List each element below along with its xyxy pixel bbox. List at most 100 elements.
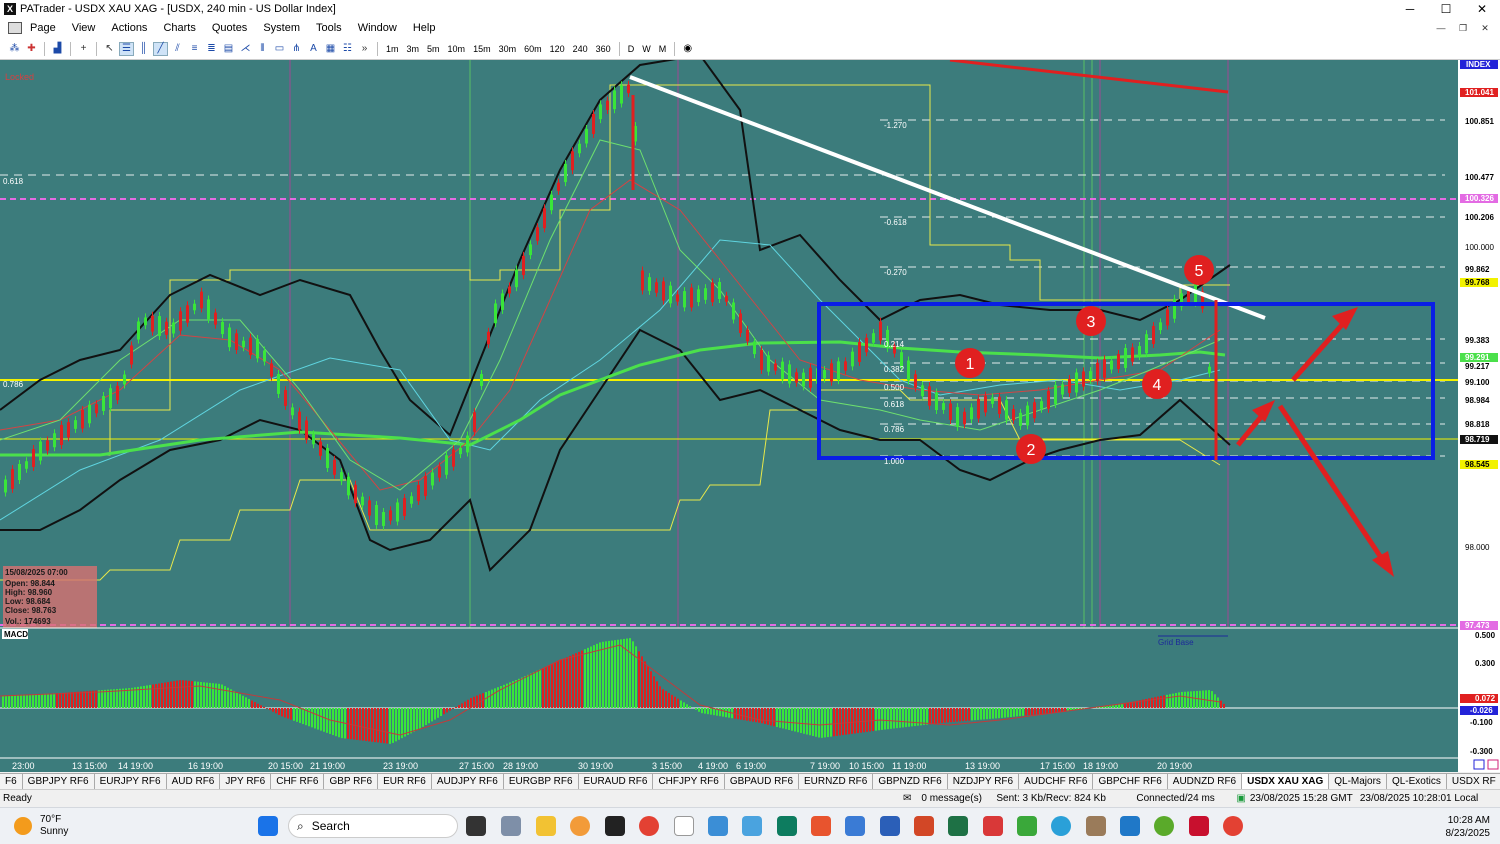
app-w-icon[interactable] — [1154, 816, 1174, 836]
symbol-tab[interactable]: EURGBP RF6 — [504, 774, 579, 789]
weather-widget[interactable]: 70°F Sunny — [14, 814, 68, 838]
calculator-icon[interactable] — [501, 816, 521, 836]
symbol-tab[interactable]: EUR RF6 — [378, 774, 432, 789]
tf-240[interactable]: 240 — [569, 44, 592, 54]
symbol-tab[interactable]: EURAUD RF6 — [579, 774, 654, 789]
outlook-icon[interactable] — [1120, 816, 1140, 836]
mdi-minimize-button[interactable]: — — [1430, 18, 1452, 38]
disconnect-icon[interactable]: ✚ — [24, 42, 39, 56]
symbol-tab[interactable]: NZDJPY RF6 — [948, 774, 1020, 789]
mdi-close-button[interactable]: ✕ — [1474, 18, 1496, 38]
tf-360[interactable]: 360 — [592, 44, 615, 54]
fib-ext-icon[interactable]: ≣ — [204, 42, 219, 56]
app-s-red-icon[interactable] — [811, 816, 831, 836]
symbol-tab[interactable]: QL-Exotics — [1387, 774, 1447, 789]
text-icon[interactable]: A — [306, 42, 321, 56]
network-icon[interactable]: ⁂ — [7, 42, 22, 56]
menu-system[interactable]: System — [255, 22, 308, 34]
symbol-tab[interactable]: AUDNZD RF6 — [1168, 774, 1243, 789]
tf-m[interactable]: M — [655, 44, 671, 54]
chart-window[interactable]: -1.270 -0.618 -0.270 0.214 0.382 0.500 0… — [0, 60, 1500, 772]
pitchfork-icon[interactable]: ⋔ — [289, 42, 304, 56]
chrome-icon-2[interactable] — [1223, 816, 1243, 836]
tf-60m[interactable]: 60m — [520, 44, 546, 54]
more-icon[interactable]: » — [357, 42, 372, 56]
symbol-tab[interactable]: GBPNZD RF6 — [873, 774, 948, 789]
cursor-icon[interactable]: ↖ — [102, 42, 117, 56]
symbol-tab[interactable]: GBP RF6 — [324, 774, 379, 789]
crosshair-icon[interactable]: + — [76, 42, 91, 56]
chrome-icon[interactable] — [639, 816, 659, 836]
menu-help[interactable]: Help — [405, 22, 444, 34]
telegram-icon[interactable] — [1051, 816, 1071, 836]
menu-tools[interactable]: Tools — [308, 22, 350, 34]
tf-30m[interactable]: 30m — [495, 44, 521, 54]
symbol-tab[interactable]: F6 — [0, 774, 23, 789]
fib-retrace-icon[interactable]: ≡ — [187, 42, 202, 56]
symbol-tab[interactable]: AUD RF6 — [167, 774, 221, 789]
rect-icon[interactable]: ▭ — [272, 42, 287, 56]
grid-icon[interactable]: ▦ — [323, 42, 338, 56]
tf-10m[interactable]: 10m — [444, 44, 470, 54]
tf-5m[interactable]: 5m — [423, 44, 444, 54]
menu-view[interactable]: View — [64, 22, 104, 34]
page-icon[interactable] — [8, 22, 22, 34]
symbol-tab[interactable]: USDX XAU XAG — [1242, 774, 1330, 789]
hline-icon[interactable]: ☰ — [119, 41, 134, 56]
word-icon[interactable] — [880, 816, 900, 836]
symbol-tab[interactable]: EURNZD RF6 — [799, 774, 874, 789]
app-c-green-icon[interactable] — [1017, 816, 1037, 836]
file-explorer-icon[interactable] — [536, 816, 556, 836]
task-view-icon[interactable] — [466, 816, 486, 836]
symbol-tab[interactable]: EURJPY RF6 — [95, 774, 167, 789]
screen-icon[interactable] — [742, 816, 762, 836]
app-s-blue-icon[interactable] — [845, 816, 865, 836]
fib-grid-icon[interactable]: ▤ — [221, 42, 236, 56]
list-icon[interactable]: ☷ — [340, 42, 355, 56]
app-orange-icon[interactable] — [570, 816, 590, 836]
clock[interactable]: 10:28 AM 8/23/2025 — [1446, 814, 1491, 840]
menu-actions[interactable]: Actions — [103, 22, 155, 34]
menu-page[interactable]: Page — [22, 22, 64, 34]
timezones-icon[interactable]: ⦀ — [255, 42, 270, 56]
close-button[interactable]: ✕ — [1464, 0, 1500, 18]
symbol-tab[interactable]: GBPJPY RF6 — [23, 774, 95, 789]
vline-icon[interactable]: ║ — [136, 42, 151, 56]
symbol-tab[interactable]: JPY RF6 — [220, 774, 272, 789]
tf-w[interactable]: W — [638, 44, 655, 54]
channel-icon[interactable]: ⫽ — [170, 42, 185, 56]
mdi-restore-button[interactable]: ❐ — [1452, 18, 1474, 38]
chart-icon[interactable]: ▟ — [50, 42, 65, 56]
symbol-tab[interactable]: GBPCHF RF6 — [1093, 774, 1168, 789]
minimize-button[interactable]: ─ — [1392, 0, 1428, 18]
tf-15m[interactable]: 15m — [469, 44, 495, 54]
patrader-icon[interactable] — [674, 816, 694, 836]
fan-icon[interactable]: ⋌ — [238, 42, 253, 56]
search-box[interactable]: ⌕ Search — [288, 814, 458, 838]
symbol-tab[interactable]: CHFJPY RF6 — [653, 774, 725, 789]
tf-120[interactable]: 120 — [546, 44, 569, 54]
chart-app-icon[interactable] — [777, 816, 797, 836]
symbol-tab[interactable]: CHF RF6 — [271, 774, 325, 789]
app-c-red-icon[interactable] — [983, 816, 1003, 836]
app-fc-icon[interactable] — [605, 816, 625, 836]
tf-d[interactable]: D — [624, 44, 639, 54]
powerpoint-icon[interactable] — [914, 816, 934, 836]
menu-window[interactable]: Window — [350, 22, 405, 34]
symbol-tab[interactable]: AUDJPY RF6 — [432, 774, 504, 789]
symbol-tab[interactable]: GBPAUD RF6 — [725, 774, 800, 789]
excel-icon[interactable] — [948, 816, 968, 836]
tf-3m[interactable]: 3m — [403, 44, 424, 54]
notepad-icon[interactable] — [708, 816, 728, 836]
symbol-tab[interactable]: AUDCHF RF6 — [1019, 774, 1094, 789]
symbol-tab[interactable]: USDX RF — [1447, 774, 1500, 789]
app-box-icon[interactable] — [1086, 816, 1106, 836]
clock-icon[interactable]: ◉ — [680, 42, 695, 56]
maximize-button[interactable]: ☐ — [1428, 0, 1464, 18]
symbol-tab[interactable]: QL-Majors — [1329, 774, 1387, 789]
menu-quotes[interactable]: Quotes — [204, 22, 255, 34]
trendline-icon[interactable]: ╱ — [153, 41, 168, 56]
app-v-icon[interactable] — [1189, 816, 1209, 836]
tf-1m[interactable]: 1m — [382, 44, 403, 54]
menu-charts[interactable]: Charts — [155, 22, 203, 34]
